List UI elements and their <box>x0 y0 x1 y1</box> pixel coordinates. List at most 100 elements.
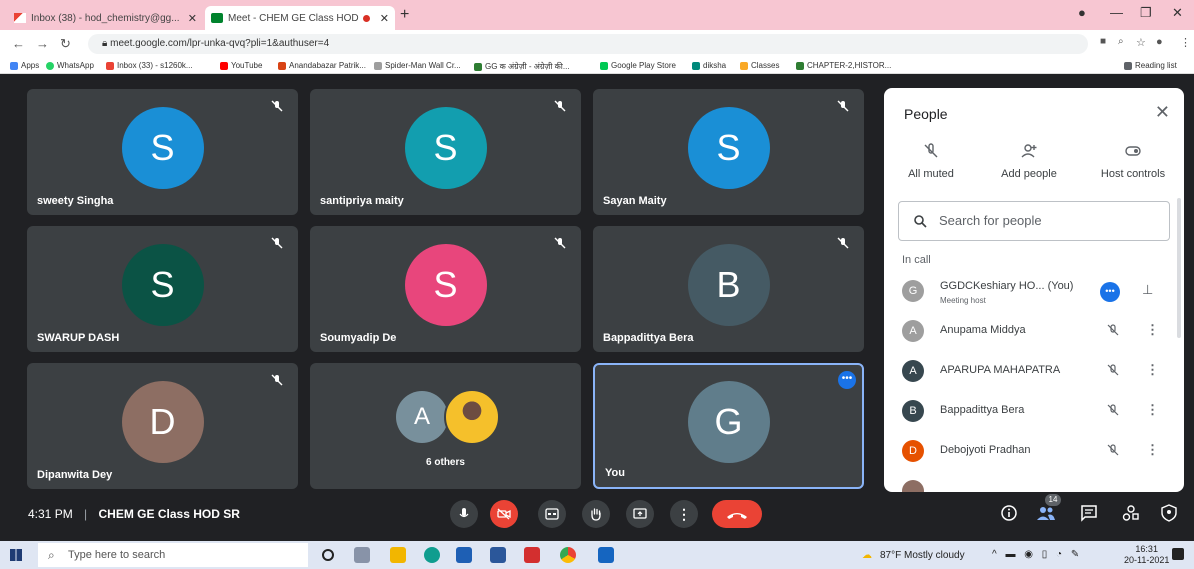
taskbar-clock[interactable]: 16:31 20-11-2021 <box>1124 544 1169 566</box>
system-tray-icons[interactable]: ^ ▬ ◉ ▯ ◔ ✎ <box>992 549 1082 560</box>
close-window-button[interactable]: ✕ <box>1172 5 1183 21</box>
others-tile[interactable]: A 6 others <box>310 363 581 489</box>
bookmark-whatsapp[interactable]: WhatsApp <box>46 61 94 70</box>
lock-icon: 🔒︎ <box>102 38 111 49</box>
participant-name: Dipanwita Dey <box>37 469 113 481</box>
present-button[interactable] <box>626 500 654 528</box>
others-count: 6 others <box>426 457 465 468</box>
self-tile[interactable]: ••• G You <box>593 363 864 489</box>
avatar: S <box>404 244 487 326</box>
bookmark-inbox[interactable]: Inbox (33) - s1260k... <box>106 61 193 70</box>
bookmark-youtube[interactable]: YouTube <box>220 61 262 70</box>
more-vert-icon[interactable]: ⋮ <box>1146 362 1159 378</box>
close-icon[interactable]: ✕ <box>1155 102 1170 123</box>
raise-hand-button[interactable] <box>582 500 610 528</box>
participant-row[interactable]: D Debojyoti Pradhan ⋮ <box>884 432 1172 472</box>
bookmark-star-icon[interactable]: ☆ <box>1136 36 1146 49</box>
mic-off-icon <box>270 373 284 387</box>
more-options-icon[interactable]: ••• <box>1100 282 1120 302</box>
bookmark-english[interactable]: GG क अंग्रेज़ी - अंग्रेज़ी की... <box>474 61 570 72</box>
reading-list[interactable]: Reading list <box>1124 61 1177 70</box>
minimize-button[interactable]: — <box>1110 5 1123 20</box>
activities-icon[interactable] <box>1122 504 1140 522</box>
host-safety-icon[interactable] <box>1160 504 1178 522</box>
task-view-icon[interactable] <box>354 547 370 563</box>
store-icon[interactable] <box>456 547 472 563</box>
bookmark-spiderman[interactable]: Spider-Man Wall Cr... <box>374 61 461 70</box>
tab-meet[interactable]: Meet - CHEM GE Class HOD ✕ <box>205 6 395 30</box>
pin-icon[interactable]: ⊥ <box>1142 282 1153 298</box>
close-icon[interactable]: ✕ <box>188 12 197 25</box>
captions-button[interactable] <box>538 500 566 528</box>
participant-row[interactable]: B Bappadittya Bera ⋮ <box>884 392 1172 432</box>
scrollbar[interactable] <box>1177 198 1181 338</box>
back-button[interactable]: ← <box>12 36 25 51</box>
chrome-icon[interactable] <box>560 547 576 563</box>
extension-icon[interactable]: ● <box>1156 36 1163 48</box>
word-icon[interactable] <box>490 547 506 563</box>
participant-row[interactable]: A Anupama Middya ⋮ <box>884 312 1172 352</box>
bookmark-classes[interactable]: Classes <box>740 61 779 70</box>
close-icon[interactable]: ✕ <box>380 12 389 25</box>
leave-call-button[interactable] <box>712 500 762 528</box>
camera-icon[interactable]: ■ <box>1100 36 1106 47</box>
search-people-input[interactable]: Search for people <box>898 201 1170 241</box>
more-vert-icon[interactable]: ⋮ <box>1146 402 1159 418</box>
zoom-icon[interactable]: ⌕ <box>1118 36 1124 47</box>
forward-button[interactable]: → <box>36 36 49 51</box>
more-options-button[interactable]: ⋮ <box>670 500 698 528</box>
tab-title: Meet - CHEM GE Class HOD <box>228 12 359 24</box>
reload-button[interactable]: ↻ <box>60 36 71 52</box>
host-controls-button[interactable]: Host controls <box>1088 142 1178 180</box>
more-vert-icon[interactable]: ⋮ <box>1146 322 1159 338</box>
more-options-icon[interactable]: ••• <box>838 371 856 389</box>
all-muted-button[interactable]: All muted <box>886 142 976 180</box>
camera-off-button[interactable] <box>490 500 518 528</box>
bookmark-play-store[interactable]: Google Play Store <box>600 61 676 70</box>
mic-off-icon[interactable] <box>1106 443 1120 457</box>
avatar: S <box>404 107 487 189</box>
url-field[interactable]: 🔒︎ meet.google.com/lpr-unka-qvq?pli=1&au… <box>88 34 1088 54</box>
file-explorer-icon[interactable] <box>390 547 406 563</box>
bookmark-chapter[interactable]: CHAPTER-2,HISTOR... <box>796 61 891 70</box>
bookmark-diksha[interactable]: diksha <box>692 61 726 70</box>
mic-off-icon[interactable] <box>1106 363 1120 377</box>
notification-icon[interactable] <box>1172 548 1184 560</box>
edge-icon[interactable] <box>424 547 440 563</box>
bookmark-apps[interactable]: Apps <box>10 61 39 70</box>
add-people-button[interactable]: Add people <box>984 142 1074 180</box>
mail-icon[interactable] <box>598 547 614 563</box>
chat-icon[interactable] <box>1080 504 1098 522</box>
participant-row-partial[interactable] <box>884 472 1172 492</box>
participant-tile[interactable]: S SWARUP DASH <box>27 226 298 352</box>
profile-icon[interactable]: ● <box>1078 5 1086 20</box>
participant-tile[interactable]: D Dipanwita Dey <box>27 363 298 489</box>
pdf-icon[interactable] <box>524 547 540 563</box>
mic-button[interactable] <box>450 500 478 528</box>
participant-row[interactable]: G GGDCKeshiary HO... (You) Meeting host … <box>884 272 1172 312</box>
search-icon <box>913 214 927 228</box>
participant-tile[interactable]: B Bappadittya Bera <box>593 226 864 352</box>
participant-tile[interactable]: S Soumyadip De <box>310 226 581 352</box>
windows-start-icon[interactable] <box>10 549 22 561</box>
weather-icon: ☁ <box>862 550 872 561</box>
more-vert-icon[interactable]: ⋮ <box>1146 442 1159 458</box>
new-tab-button[interactable]: + <box>400 6 409 24</box>
mic-off-icon[interactable] <box>1106 323 1120 337</box>
participant-row[interactable]: A APARUPA MAHAPATRA ⋮ <box>884 352 1172 392</box>
people-icon[interactable] <box>1036 504 1055 522</box>
participant-tile[interactable]: S sweety Singha <box>27 89 298 215</box>
maximize-button[interactable]: ❐ <box>1140 5 1152 21</box>
avatar: G <box>902 280 924 302</box>
weather-text[interactable]: 87°F Mostly cloudy <box>880 550 965 561</box>
participant-tile[interactable]: S santipriya maity <box>310 89 581 215</box>
taskbar-search-input[interactable]: ⌕ Type here to search <box>38 543 308 567</box>
info-icon[interactable] <box>1000 504 1018 522</box>
tab-gmail[interactable]: Inbox (38) - hod_chemistry@gg... ✕ <box>8 6 203 30</box>
participant-tile[interactable]: S Sayan Maity <box>593 89 864 215</box>
menu-icon[interactable]: ⋮ <box>1180 36 1191 49</box>
mic-off-icon <box>270 99 284 113</box>
mic-off-icon[interactable] <box>1106 403 1120 417</box>
cortana-icon[interactable] <box>322 549 334 561</box>
bookmark-anandabazar[interactable]: Anandabazar Patrik... <box>278 61 366 70</box>
